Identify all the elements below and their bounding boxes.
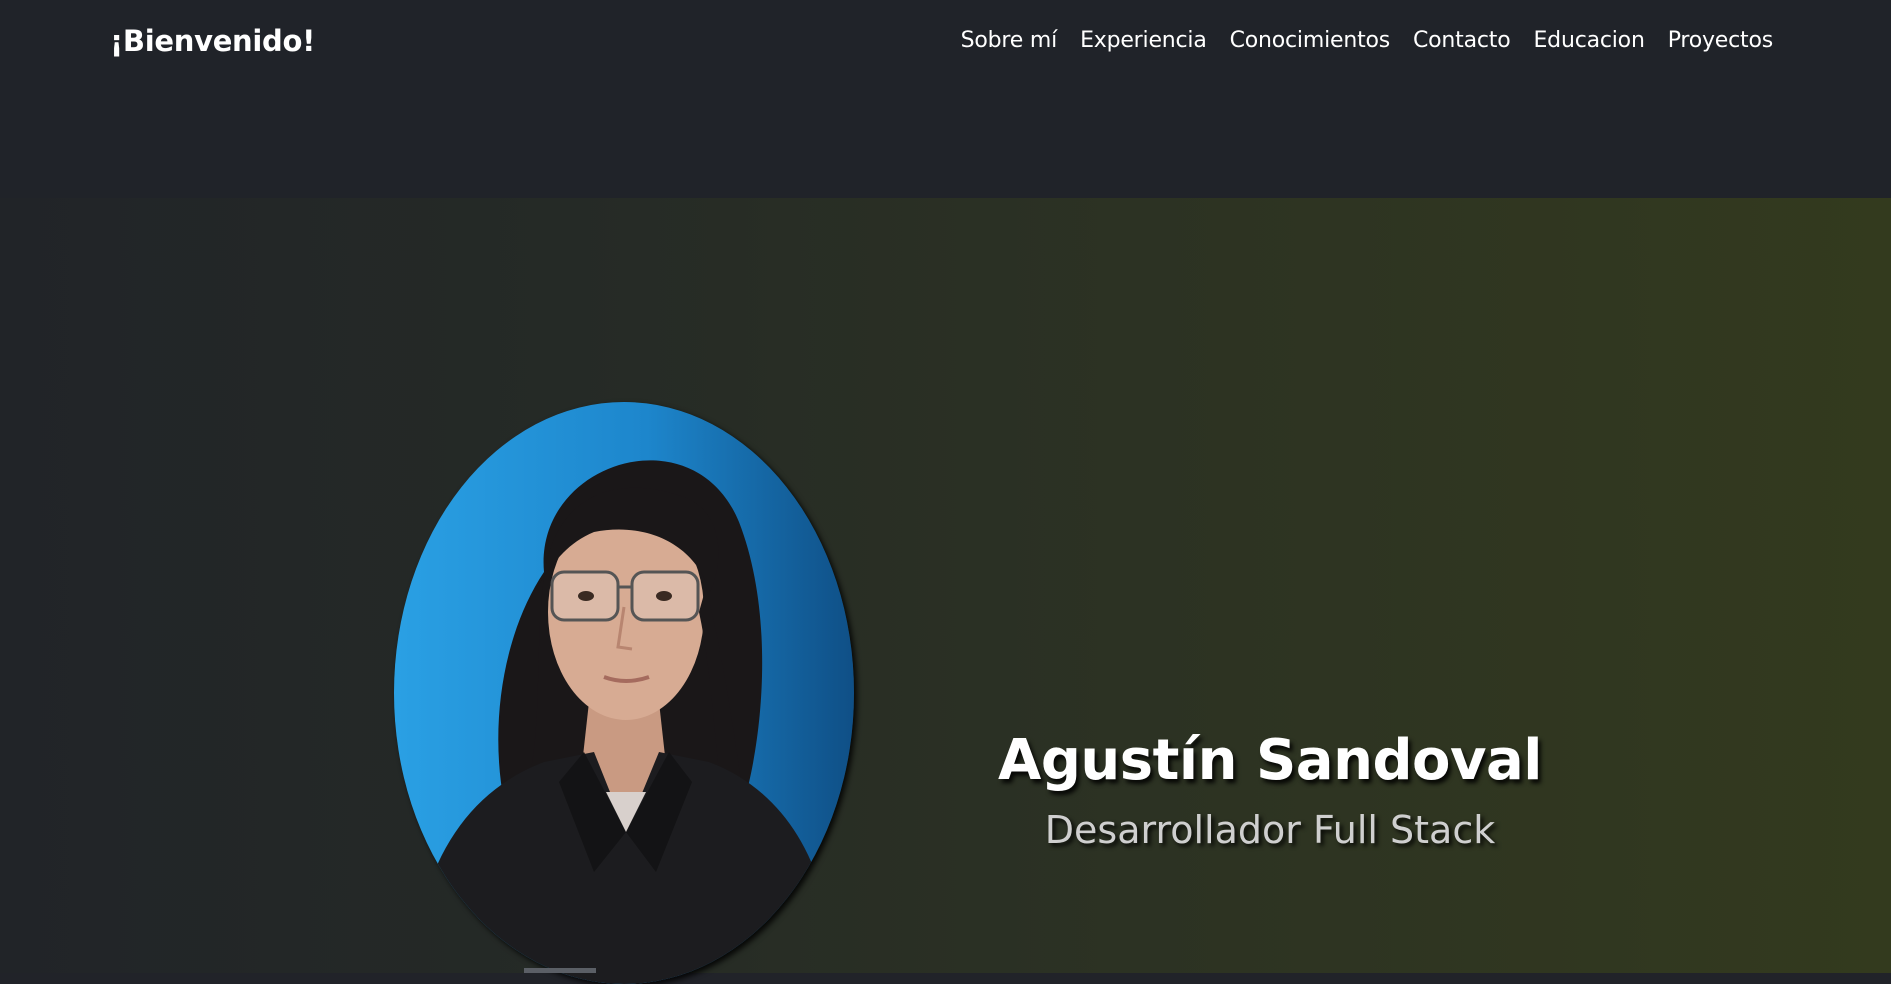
hero-section: Agustín Sandoval Desarrollador Full Stac… <box>0 198 1891 984</box>
nav-link-conocimientos[interactable]: Conocimientos <box>1230 28 1391 53</box>
scroll-indicator <box>524 968 596 973</box>
nav-link-proyectos[interactable]: Proyectos <box>1668 28 1774 53</box>
profile-photo-illustration <box>394 402 854 984</box>
hero-name: Agustín Sandoval <box>998 728 1543 793</box>
nav-link-contacto[interactable]: Contacto <box>1413 28 1511 53</box>
hero-title: Desarrollador Full Stack <box>1044 808 1496 852</box>
profile-photo <box>394 402 854 984</box>
navbar: ¡Bienvenido! Sobre mí Experiencia Conoci… <box>0 0 1891 198</box>
nav-links: Sobre mí Experiencia Conocimientos Conta… <box>961 28 1774 53</box>
nav-link-sobre-mi[interactable]: Sobre mí <box>961 28 1058 53</box>
nav-link-educacion[interactable]: Educacion <box>1533 28 1644 53</box>
brand-link[interactable]: ¡Bienvenido! <box>110 24 315 58</box>
nav-link-experiencia[interactable]: Experiencia <box>1080 28 1207 53</box>
